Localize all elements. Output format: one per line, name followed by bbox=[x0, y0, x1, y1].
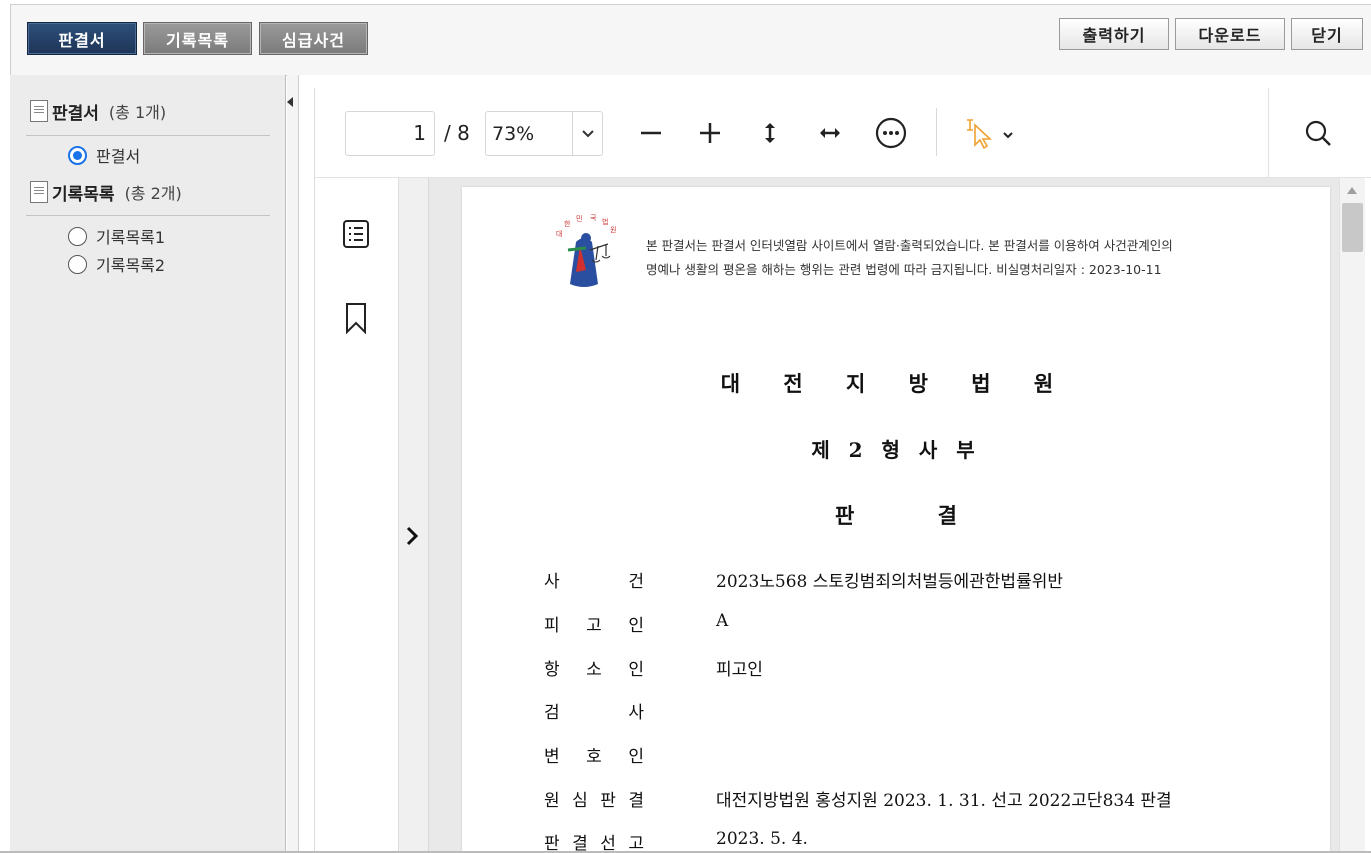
field-label-char: 사 bbox=[628, 703, 644, 723]
field-label: 원심판결 bbox=[544, 786, 644, 811]
field-label-char: 사 bbox=[544, 572, 560, 592]
field-label-char: 심 bbox=[572, 791, 588, 811]
radio-selected-icon[interactable] bbox=[68, 145, 87, 165]
field-label: 판결선고 bbox=[544, 829, 644, 853]
zoom-in-icon[interactable] bbox=[690, 112, 730, 154]
outline-icon[interactable] bbox=[340, 216, 372, 252]
viewer-side-strip bbox=[314, 178, 398, 853]
field-value: 2023. 5. 4. bbox=[716, 829, 808, 849]
tab-appeal-cases[interactable]: 심급사건 bbox=[259, 22, 368, 55]
field-label-char: 판 bbox=[600, 791, 616, 811]
vertical-scrollbar[interactable] bbox=[1339, 178, 1365, 853]
field-label-char: 선 bbox=[600, 834, 616, 853]
page-number-input[interactable]: 1 bbox=[345, 111, 435, 156]
field-label-char: 결 bbox=[572, 834, 588, 853]
notice-line: 명예나 생활의 평온을 해하는 행위는 관련 법령에 따라 금지됩니다. 비실명… bbox=[646, 262, 1162, 277]
zoom-out-icon[interactable] bbox=[631, 112, 671, 154]
document-icon bbox=[30, 100, 48, 122]
field-label-char: 검 bbox=[544, 703, 560, 723]
download-button[interactable]: 다운로드 bbox=[1175, 18, 1285, 50]
field-label-char: 판 bbox=[544, 834, 560, 853]
toolbar-separator bbox=[936, 108, 937, 156]
document-icon bbox=[30, 181, 48, 203]
group-header-judgment[interactable]: 판결서 (총 1개) bbox=[30, 98, 166, 124]
panel-splitter[interactable] bbox=[287, 75, 299, 853]
total-pages: / 8 bbox=[444, 121, 470, 145]
list-item-label: 기록목록1 bbox=[96, 228, 166, 247]
radio-icon[interactable] bbox=[68, 226, 87, 246]
tab-judgment[interactable]: 판결서 bbox=[27, 22, 137, 55]
field-label-char: 원 bbox=[544, 791, 560, 811]
search-icon[interactable] bbox=[1298, 112, 1338, 154]
group-header-records[interactable]: 기록목록 (총 2개) bbox=[30, 179, 182, 205]
list-item-label: 기록목록2 bbox=[96, 256, 166, 275]
zoom-value: 73% bbox=[492, 122, 535, 145]
field-label: 피고인 bbox=[544, 611, 644, 636]
list-item-label: 판결서 bbox=[96, 147, 141, 166]
bookmark-icon[interactable] bbox=[340, 300, 372, 336]
zoom-select[interactable]: 73% bbox=[485, 111, 603, 156]
field-label: 검사 bbox=[544, 698, 644, 723]
field-value: A bbox=[716, 611, 729, 631]
fit-width-icon[interactable] bbox=[810, 112, 850, 154]
svg-text:국: 국 bbox=[590, 214, 597, 222]
field-value: 2023노568 스토킹범죄의처벌등에관한법률위반 bbox=[716, 572, 1063, 592]
field-label-char: 피 bbox=[544, 616, 560, 636]
svg-text:한: 한 bbox=[564, 220, 571, 228]
print-button[interactable]: 출력하기 bbox=[1059, 18, 1169, 50]
toolbar-separator bbox=[1268, 88, 1269, 178]
field-label-char: 항 bbox=[544, 660, 560, 680]
field-value: 피고인 bbox=[716, 660, 763, 680]
tab-record-list[interactable]: 기록목록 bbox=[143, 22, 252, 55]
group-divider bbox=[26, 135, 270, 136]
document-type: 판 결 bbox=[835, 503, 957, 528]
radio-icon[interactable] bbox=[68, 254, 87, 274]
group-count: (총 2개) bbox=[124, 184, 182, 203]
list-item-record-1[interactable]: 기록목록1 bbox=[68, 225, 165, 247]
group-divider bbox=[26, 215, 270, 216]
svg-text:민: 민 bbox=[576, 214, 582, 223]
field-label-char: 건 bbox=[628, 572, 644, 592]
field-label-char: 인 bbox=[628, 660, 644, 680]
close-button[interactable]: 닫기 bbox=[1291, 18, 1363, 50]
field-label-char: 변 bbox=[544, 747, 560, 767]
field-label-char: 인 bbox=[628, 747, 644, 767]
division-name: 제 2 형 사 부 bbox=[811, 438, 981, 462]
field-label-char: 소 bbox=[586, 660, 602, 680]
scroll-thumb[interactable] bbox=[1342, 203, 1363, 252]
svg-text:법: 법 bbox=[602, 217, 608, 226]
field-label: 항소인 bbox=[544, 655, 644, 680]
svg-text:대: 대 bbox=[556, 230, 562, 238]
field-value: 대전지방법원 홍성지원 2023. 1. 31. 선고 2022고단834 판결 bbox=[716, 791, 1172, 811]
expand-panel-icon[interactable] bbox=[400, 520, 424, 552]
court-name: 대 전 지 방 법 원 bbox=[720, 371, 1072, 396]
scroll-up-icon[interactable] bbox=[1347, 187, 1357, 194]
text-select-tool-icon[interactable] bbox=[962, 112, 1020, 154]
field-label-char: 인 bbox=[628, 616, 644, 636]
list-item-record-2[interactable]: 기록목록2 bbox=[68, 253, 165, 275]
redaction-notice: 본 판결서는 판결서 인터넷열람 사이트에서 열람·출력되었습니다. 본 판결서… bbox=[646, 234, 1286, 282]
field-label-char: 고 bbox=[586, 616, 602, 636]
group-title: 기록목록 bbox=[52, 184, 115, 205]
field-label-char: 고 bbox=[628, 834, 644, 853]
field-label-char: 결 bbox=[628, 791, 644, 811]
notice-line: 본 판결서는 판결서 인터넷열람 사이트에서 열람·출력되었습니다. 본 판결서… bbox=[646, 238, 1173, 253]
field-label-char: 호 bbox=[586, 747, 602, 767]
group-title: 판결서 bbox=[52, 103, 99, 124]
fit-height-icon[interactable] bbox=[750, 112, 790, 154]
more-options-icon[interactable] bbox=[871, 112, 911, 154]
field-label: 사건 bbox=[544, 567, 644, 592]
collapse-panel-icon[interactable] bbox=[287, 97, 293, 107]
chevron-down-icon[interactable] bbox=[572, 112, 602, 155]
list-item-judgment[interactable]: 판결서 bbox=[68, 144, 140, 166]
svg-text:원: 원 bbox=[610, 225, 616, 234]
group-count: (총 1개) bbox=[108, 103, 167, 122]
court-seal-logo: 대한민국법원 bbox=[546, 212, 630, 292]
field-label: 변호인 bbox=[544, 742, 644, 767]
